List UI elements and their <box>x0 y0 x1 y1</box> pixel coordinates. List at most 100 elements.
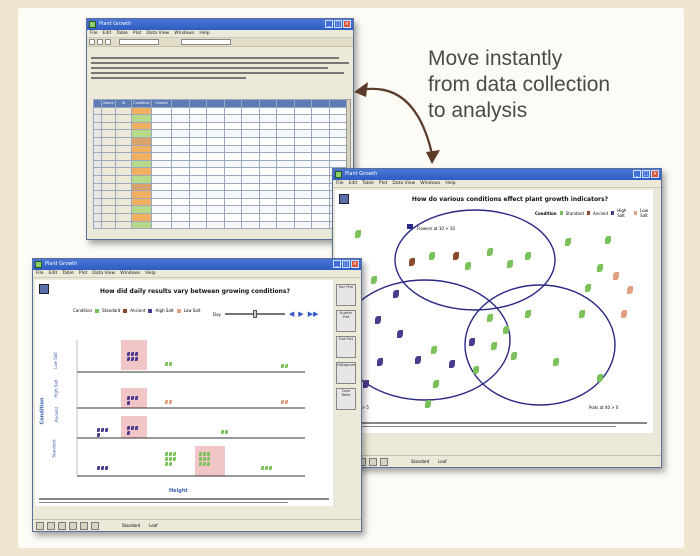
table-cell[interactable] <box>241 129 260 138</box>
table-cell[interactable] <box>311 220 330 230</box>
plant-dot-icon[interactable] <box>165 400 168 404</box>
table-cell[interactable] <box>101 106 116 116</box>
histogram-button[interactable]: Histogram <box>336 362 356 384</box>
table-cell[interactable] <box>188 121 207 131</box>
col-header[interactable] <box>311 99 330 108</box>
leaf-icon[interactable] <box>397 330 403 338</box>
close-icon[interactable]: × <box>351 260 359 268</box>
plant-dot-icon[interactable] <box>131 352 134 356</box>
table-cell[interactable] <box>206 220 225 230</box>
table-cell[interactable] <box>101 167 116 176</box>
table-cell[interactable] <box>93 136 102 146</box>
menu-help[interactable]: Help <box>445 180 455 187</box>
menu-plot[interactable]: Plot <box>379 180 387 187</box>
table-cell[interactable] <box>151 205 172 214</box>
venn-window[interactable]: Plant Growth _ □ × File Edit Table Plot … <box>332 168 662 468</box>
table-cell[interactable] <box>293 182 312 192</box>
plant-dot-icon[interactable] <box>199 462 202 466</box>
table-cell[interactable] <box>276 114 295 123</box>
table-cell[interactable] <box>151 159 172 169</box>
table-cell[interactable] <box>223 205 242 214</box>
table-cell[interactable] <box>241 197 260 207</box>
menu-edit[interactable]: Edit <box>103 30 112 37</box>
table-cell[interactable] <box>131 182 152 192</box>
plant-dot-icon[interactable] <box>127 357 130 361</box>
table-cell[interactable] <box>151 182 172 192</box>
plant-dot-icon[interactable] <box>169 362 172 366</box>
table-cell[interactable] <box>276 190 295 199</box>
table-cell[interactable] <box>206 144 225 154</box>
plant-dot-icon[interactable] <box>131 396 134 400</box>
table-cell[interactable] <box>241 190 260 199</box>
table-cell[interactable] <box>258 197 277 207</box>
table-cell[interactable] <box>101 197 116 207</box>
maximize-icon[interactable]: □ <box>642 170 650 178</box>
leaf-icon[interactable] <box>429 252 435 260</box>
plant-dot-icon[interactable] <box>135 396 138 400</box>
table-cell[interactable] <box>188 174 207 184</box>
table-cell[interactable] <box>93 174 102 184</box>
leaf-icon[interactable] <box>431 346 437 354</box>
leaf-icon[interactable] <box>503 326 509 334</box>
table-cell[interactable] <box>171 212 190 222</box>
table-row[interactable] <box>93 152 347 161</box>
toolbar-icon[interactable] <box>91 521 99 530</box>
plant-dot-icon[interactable] <box>127 396 130 400</box>
plant-dot-icon[interactable] <box>285 364 288 368</box>
table-row[interactable] <box>93 167 347 176</box>
table-cell[interactable] <box>188 167 207 176</box>
menu-data-view[interactable]: Data View <box>392 180 415 187</box>
table-cell[interactable] <box>223 167 242 176</box>
table-cell[interactable] <box>101 174 116 184</box>
leaf-icon[interactable] <box>449 360 455 368</box>
col-header-id[interactable]: ID <box>115 99 132 108</box>
plant-dot-icon[interactable] <box>207 452 210 456</box>
table-cell[interactable] <box>171 190 190 199</box>
table-window[interactable]: Plant Growth _ □ × File Edit Table Plot … <box>86 18 354 240</box>
table-cell[interactable] <box>223 129 242 138</box>
leaf-icon[interactable] <box>465 262 471 270</box>
table-cell[interactable] <box>115 167 132 176</box>
table-cell[interactable] <box>276 205 295 214</box>
plant-dot-icon[interactable] <box>221 430 224 434</box>
table-cell[interactable] <box>223 212 242 222</box>
table-cell[interactable] <box>101 114 116 123</box>
table-cell[interactable] <box>131 190 152 199</box>
leaf-icon[interactable] <box>433 380 439 388</box>
table-cell[interactable] <box>188 212 207 222</box>
table-row[interactable] <box>93 136 347 146</box>
menu-file[interactable]: File <box>90 30 98 37</box>
menu-windows[interactable]: Windows <box>174 30 194 37</box>
condition-field[interactable] <box>119 39 159 45</box>
plant-dot-icon[interactable] <box>173 457 176 461</box>
table-cell[interactable] <box>131 121 152 131</box>
table-cell[interactable] <box>241 174 260 184</box>
plant-dot-icon[interactable] <box>169 400 172 404</box>
table-cell[interactable] <box>276 197 295 207</box>
table-cell[interactable] <box>115 152 132 161</box>
table-cell[interactable] <box>131 220 152 230</box>
table-cell[interactable] <box>276 144 295 154</box>
table-cell[interactable] <box>101 121 116 131</box>
table-cell[interactable] <box>276 159 295 169</box>
table-cell[interactable] <box>115 174 132 184</box>
table-cell[interactable] <box>151 121 172 131</box>
col-header[interactable] <box>241 99 260 108</box>
table-cell[interactable] <box>258 129 277 138</box>
table-cell[interactable] <box>188 144 207 154</box>
toolbar-icon[interactable] <box>36 521 44 530</box>
leaf-icon[interactable] <box>491 342 497 350</box>
table-cell[interactable] <box>241 182 260 192</box>
table-cell[interactable] <box>171 220 190 230</box>
table-cell[interactable] <box>241 152 260 161</box>
table-cell[interactable] <box>311 212 330 222</box>
plant-dot-icon[interactable] <box>281 364 284 368</box>
close-icon[interactable]: × <box>651 170 659 178</box>
table-cell[interactable] <box>311 190 330 199</box>
table-cell[interactable] <box>151 190 172 199</box>
table-cell[interactable] <box>131 205 152 214</box>
table-cell[interactable] <box>276 136 295 146</box>
search-field[interactable] <box>181 39 231 45</box>
table-cell[interactable] <box>188 114 207 123</box>
dotplot-window[interactable]: Plant Growth _ □ × File Edit Table Plot … <box>32 258 362 532</box>
